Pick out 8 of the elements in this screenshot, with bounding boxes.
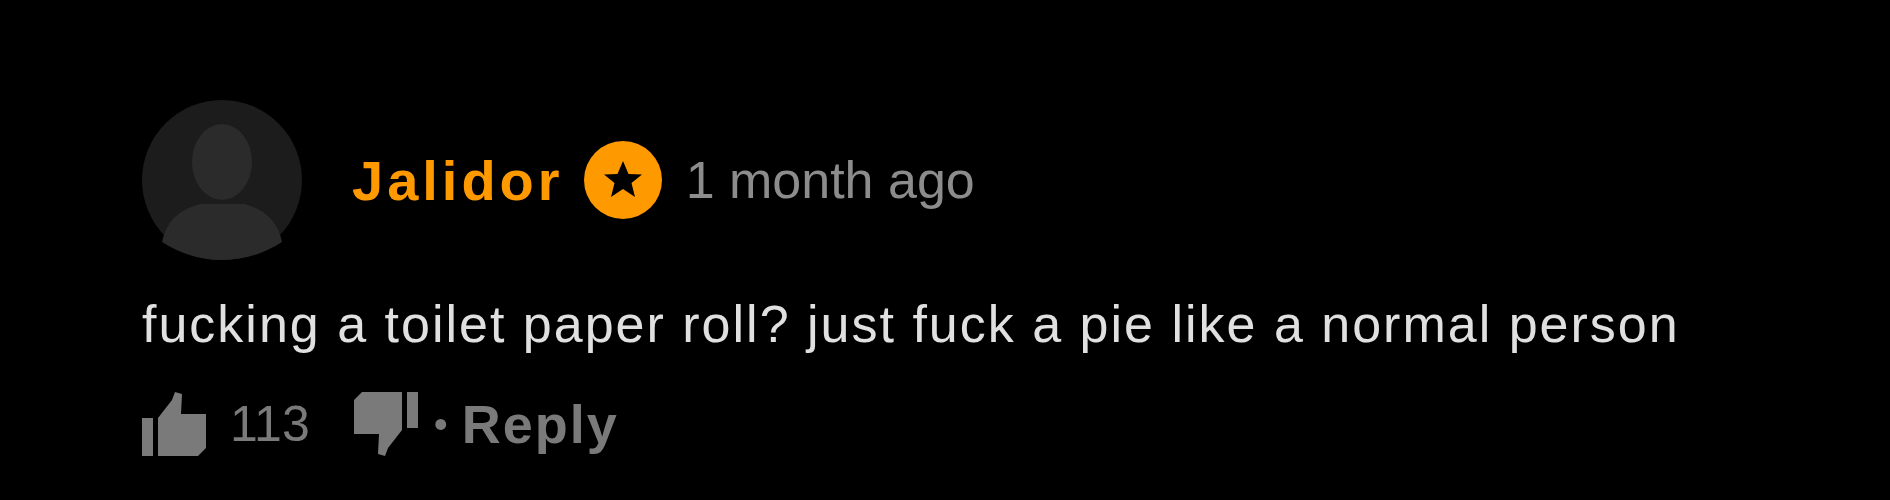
reply-link[interactable]: Reply [461, 393, 619, 455]
timestamp: 1 month ago [685, 150, 975, 210]
thumbs-down-icon[interactable] [353, 392, 418, 456]
thumbs-up-icon[interactable] [142, 392, 206, 456]
like-count: 113 [230, 395, 310, 453]
comment-text: fucking a toilet paper roll? just fuck a pie like a normal person [142, 294, 1681, 354]
separator-dot: • [433, 401, 448, 447]
username-link[interactable]: Jalidor [352, 147, 564, 213]
